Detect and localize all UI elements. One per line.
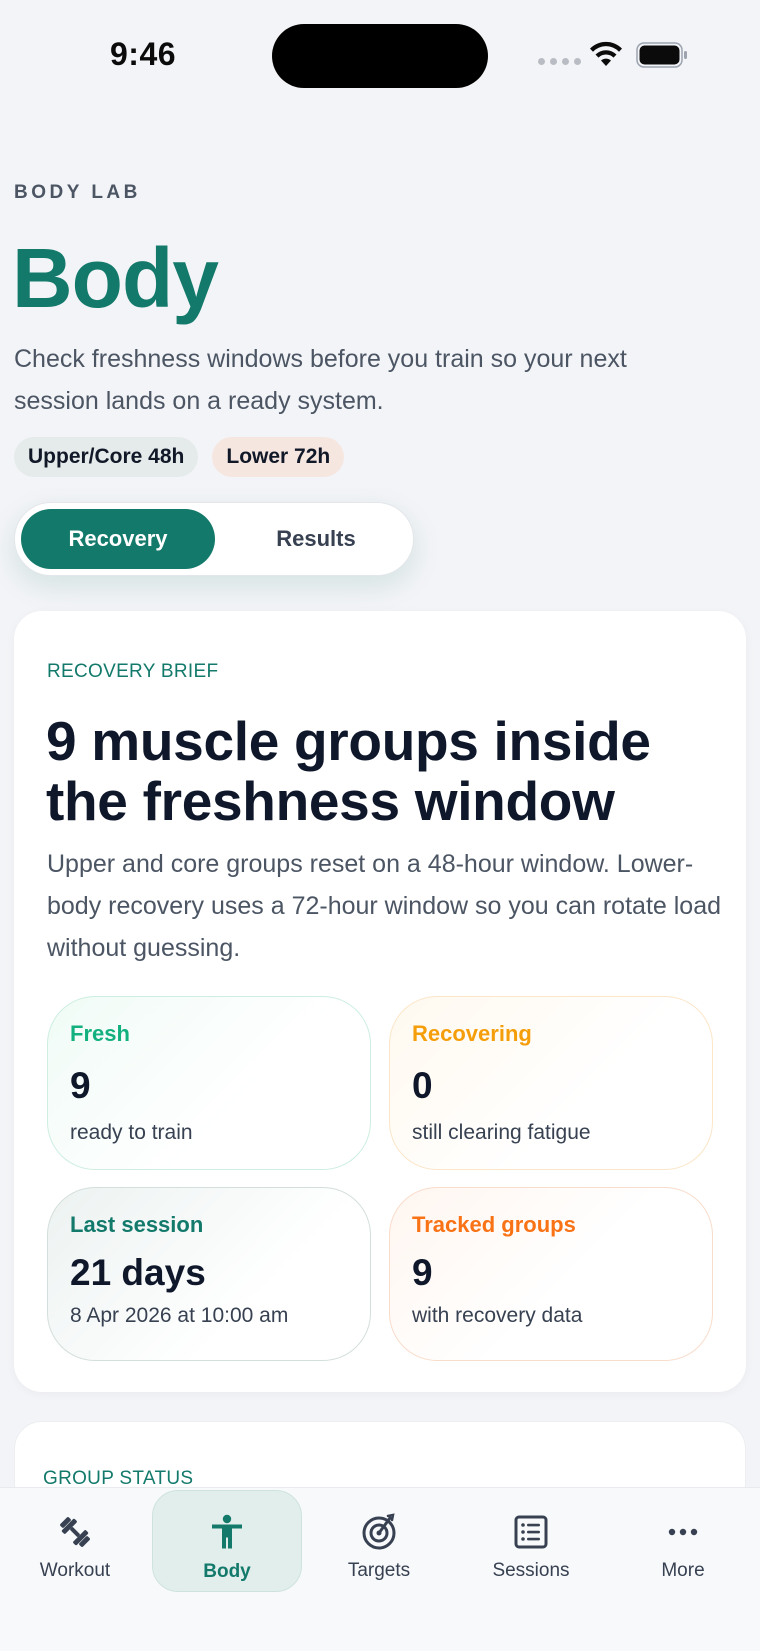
stat-tracked-groups: Tracked groups 9 with recovery data (389, 1187, 713, 1361)
chip-upper-core: Upper/Core 48h (14, 437, 199, 477)
tab-sessions[interactable]: Sessions (456, 1490, 606, 1592)
target-icon (362, 1513, 396, 1550)
status-bar: 9:46 (0, 0, 760, 110)
stat-fresh-value: 9 (70, 1065, 91, 1106)
cellular-signal-icon (538, 58, 581, 65)
stat-last-session: Last session 21 days 8 Apr 2026 at 10:00… (47, 1187, 371, 1361)
tab-workout[interactable]: Workout (0, 1490, 150, 1592)
recovery-brief-description: Upper and core groups reset on a 48-hour… (47, 850, 721, 962)
segment-results[interactable]: Results (225, 509, 407, 569)
person-icon (212, 1514, 242, 1549)
wifi-icon (590, 41, 622, 66)
stat-tracked-groups-value: 9 (412, 1252, 433, 1293)
status-time: 9:46 (110, 36, 177, 72)
tab-workout-label: Workout (39, 1560, 111, 1581)
body-screen: 9:46 BODY LAB Body Check freshness windo… (0, 0, 760, 1651)
segment-recovery[interactable]: Recovery (21, 509, 215, 569)
page-title: Body (12, 231, 219, 325)
stat-tracked-groups-label: Tracked groups (412, 1212, 576, 1237)
stat-last-session-label: Last session (70, 1212, 204, 1237)
stat-fresh: Fresh 9 ready to train (47, 996, 371, 1170)
stat-recovering-note: still clearing fatigue (412, 1121, 591, 1144)
stat-last-session-note: 8 Apr 2026 at 10:00 am (70, 1304, 289, 1327)
recovery-brief-eyebrow: RECOVERY BRIEF (47, 661, 219, 682)
chip-lower: Lower 72h (212, 437, 345, 477)
page-subtitle: Check freshness windows before you train… (14, 345, 627, 415)
ellipsis-icon (668, 1528, 698, 1536)
stat-recovering: Recovering 0 still clearing fatigue (389, 996, 713, 1170)
tab-more-label: More (661, 1560, 705, 1581)
stat-fresh-label: Fresh (70, 1021, 130, 1046)
dumbbell-icon (60, 1517, 90, 1547)
dynamic-island (272, 24, 488, 88)
stat-recovering-value: 0 (412, 1065, 433, 1106)
tab-body[interactable]: Body (152, 1490, 302, 1592)
tab-body-label: Body (203, 1561, 251, 1582)
stat-fresh-note: ready to train (70, 1121, 193, 1144)
view-segmented-control: Recovery Results (14, 502, 414, 576)
tab-bar: Workout Body Targets Sessions More (0, 1487, 760, 1651)
stat-recovering-label: Recovering (412, 1021, 532, 1046)
tab-sessions-label: Sessions (492, 1560, 570, 1581)
tab-targets-label: Targets (347, 1560, 411, 1581)
tab-targets[interactable]: Targets (304, 1490, 454, 1592)
tab-more[interactable]: More (608, 1490, 758, 1592)
stat-last-session-value: 21 days (70, 1252, 206, 1293)
recovery-brief-title: 9 muscle groups inside the freshness win… (46, 710, 651, 832)
recovery-brief-card: RECOVERY BRIEF 9 muscle groups inside th… (14, 611, 746, 1392)
battery-icon (636, 42, 687, 68)
stat-tracked-groups-note: with recovery data (412, 1304, 583, 1327)
header-eyebrow: BODY LAB (14, 182, 141, 203)
window-chips: Upper/Core 48h Lower 72h (14, 437, 345, 477)
list-icon (514, 1515, 548, 1549)
